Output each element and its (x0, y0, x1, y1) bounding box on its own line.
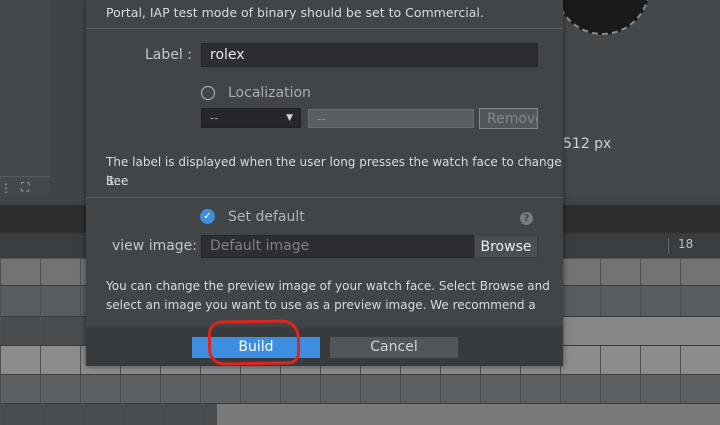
panel-scroll-icon[interactable]: ⋮ (0, 181, 12, 195)
set-default-checkbox[interactable]: ✓ (200, 209, 215, 224)
chevron-down-icon: ▼ (286, 113, 293, 123)
localization-text-field[interactable]: -- (308, 109, 474, 128)
ruler-tick (668, 238, 669, 254)
label-caption: Label : (145, 47, 192, 63)
fit-screen-icon[interactable]: ⛶ (21, 180, 29, 195)
remove-button[interactable]: Remove (479, 108, 538, 129)
localization-select-value: -- (210, 111, 219, 125)
cancel-button[interactable]: Cancel (330, 337, 458, 358)
set-default-label: Set default (228, 209, 305, 225)
dialog-footer (86, 327, 563, 366)
timeline-keyframe-block[interactable] (217, 404, 720, 425)
preview-image-caption: view image: (112, 238, 198, 254)
localization-radio[interactable] (201, 86, 215, 100)
browse-button[interactable]: Browse (474, 235, 538, 258)
left-panel (0, 0, 50, 198)
localization-label: Localization (228, 85, 311, 101)
commercial-notice-text: Portal, IAP test mode of binary should b… (106, 5, 484, 20)
preview-help-text-2: select an image you want to use as a pre… (106, 298, 536, 312)
timeline-track[interactable] (0, 375, 720, 403)
canvas-size-label: 512 px (563, 136, 612, 152)
label-input[interactable]: rolex (201, 43, 538, 67)
preview-help-text-1: You can change the preview image of your… (106, 279, 550, 293)
annotation-highlight (207, 319, 301, 366)
section-divider (86, 28, 563, 29)
label-help-text-2: See (106, 174, 129, 188)
localization-select[interactable]: -- ▼ (201, 108, 301, 128)
section-divider (86, 197, 563, 198)
ruler-number: 18 (678, 237, 694, 251)
preview-image-input[interactable]: Default image (201, 235, 475, 258)
timeline-keyframe-block[interactable] (563, 317, 720, 345)
help-icon[interactable]: ? (520, 212, 533, 225)
left-panel-divider (0, 176, 50, 177)
